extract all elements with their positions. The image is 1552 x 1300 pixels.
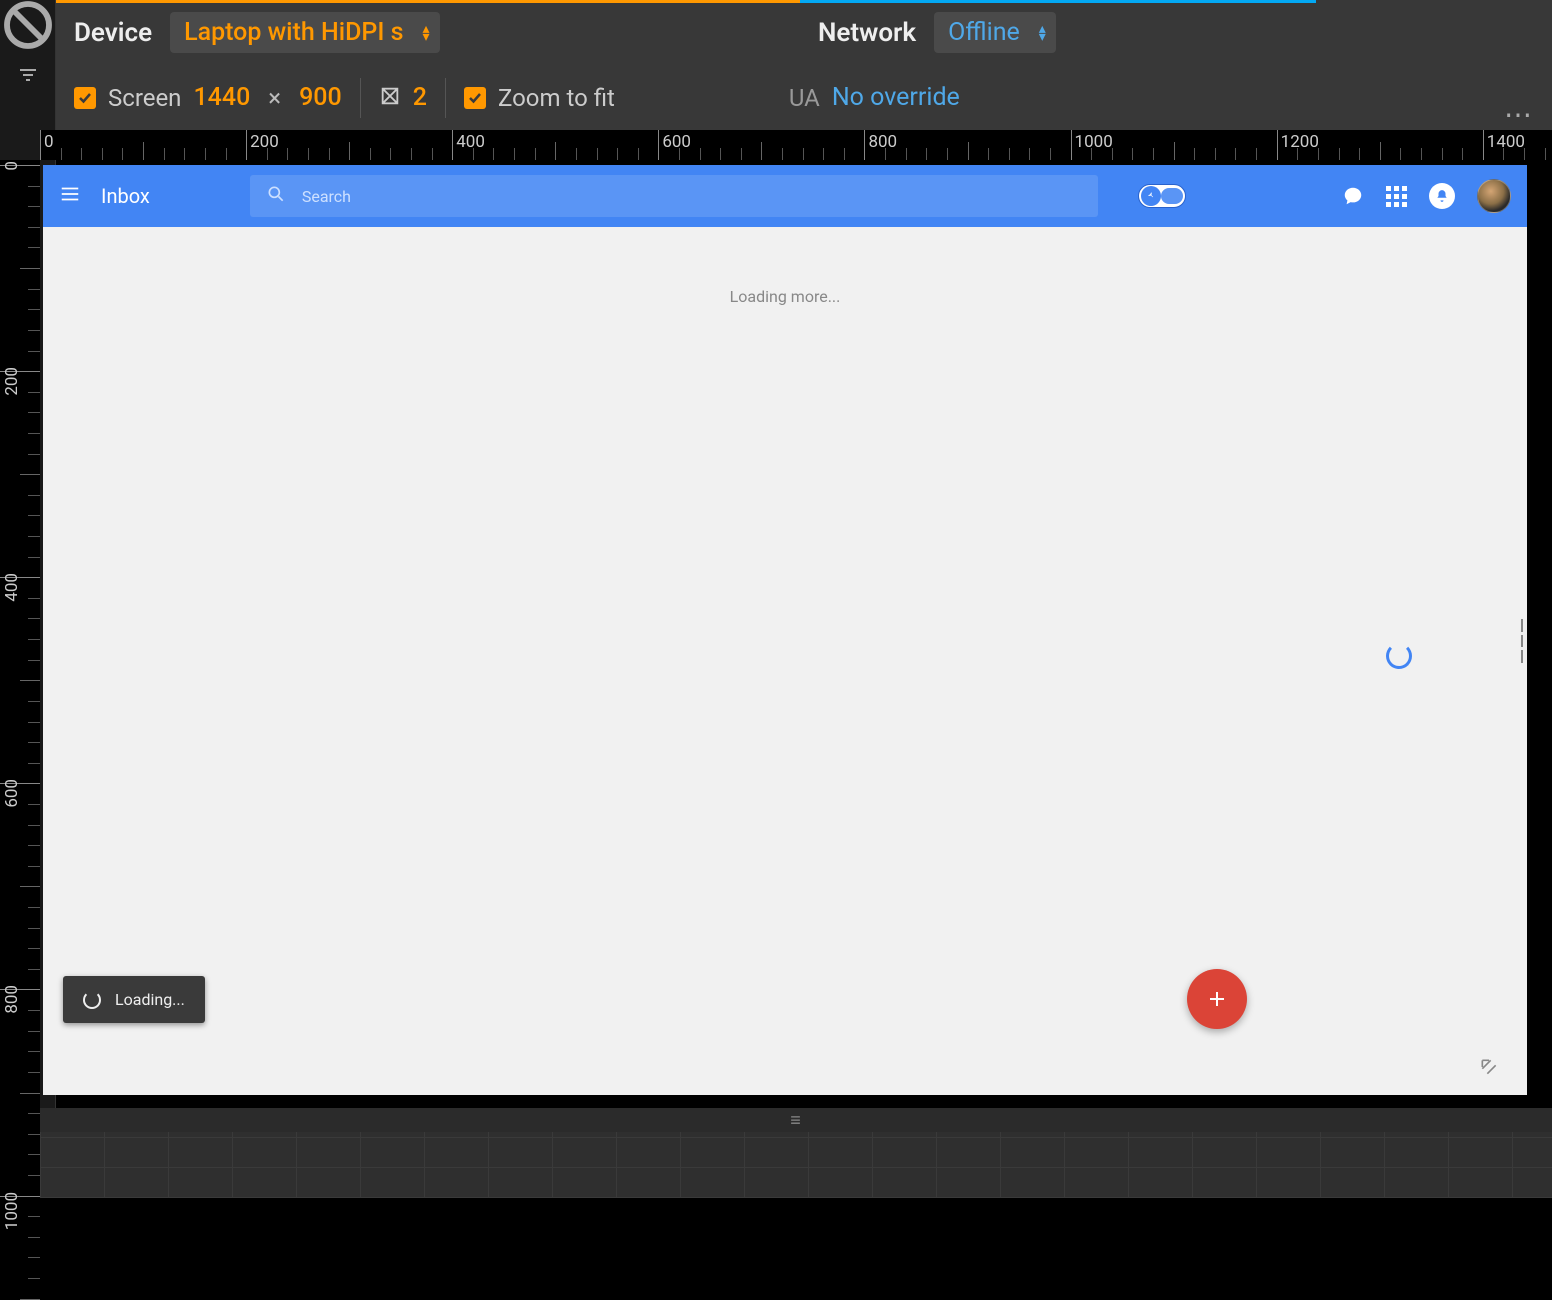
network-preset-value: Offline <box>948 18 1020 47</box>
more-menu-icon[interactable]: ⋯ <box>1504 98 1534 131</box>
no-entry-icon[interactable] <box>0 0 56 50</box>
drawer-drag-handle-icon[interactable]: ≡ <box>40 1108 1552 1133</box>
divider <box>445 78 446 118</box>
zoom-checkbox[interactable] <box>464 87 486 109</box>
inbox-header: Inbox <box>43 165 1527 227</box>
search-bar[interactable] <box>250 175 1098 217</box>
ruler-vertical: 02004006008001000 <box>0 160 40 1198</box>
apps-icon[interactable] <box>1386 186 1407 207</box>
resize-handle-icon[interactable] <box>1479 1057 1499 1081</box>
console-drawer: ≡ <box>40 1108 1552 1198</box>
ua-value[interactable]: No override <box>832 83 960 112</box>
screen-width[interactable]: 1440 <box>193 83 250 112</box>
ruler-horizontal: 0200400600800100012001400 <box>40 130 1552 160</box>
screen-height[interactable]: 900 <box>299 83 342 112</box>
viewport-drag-handle[interactable] <box>1517 619 1527 663</box>
device-toolbar: Device Laptop with HiDPI s ▴▾ Network Of… <box>56 0 1552 130</box>
pin-icon <box>1141 186 1161 206</box>
loading-toast: Loading... <box>63 976 205 1023</box>
select-arrows-icon: ▴▾ <box>1039 25 1046 41</box>
screen-checkbox[interactable] <box>74 87 96 109</box>
timeline-grid <box>40 1132 1552 1198</box>
network-label: Network <box>818 18 916 48</box>
search-icon <box>266 184 286 208</box>
screen-label: Screen <box>108 84 181 112</box>
inbox-title: Inbox <box>101 184 150 208</box>
loading-more-text: Loading more... <box>43 227 1527 306</box>
device-preset-select[interactable]: Laptop with HiDPI s ▴▾ <box>170 12 439 53</box>
header-icons <box>1342 179 1511 213</box>
ua-label: UA <box>789 84 820 112</box>
dimension-x: × <box>268 84 281 112</box>
spinner-icon <box>83 991 101 1009</box>
device-preset-value: Laptop with HiDPI s <box>184 18 403 47</box>
network-preset-select[interactable]: Offline ▴▾ <box>934 12 1056 53</box>
toggle-track <box>1161 188 1183 204</box>
hamburger-icon[interactable] <box>59 183 81 209</box>
emulated-viewport: Inbox Loading more... <box>43 165 1527 1095</box>
search-input[interactable] <box>302 187 1082 206</box>
filter-icon[interactable] <box>0 50 56 100</box>
avatar[interactable] <box>1477 179 1511 213</box>
chat-icon[interactable] <box>1342 185 1364 207</box>
compose-fab[interactable] <box>1187 969 1247 1029</box>
notifications-icon[interactable] <box>1429 183 1455 209</box>
pin-toggle[interactable] <box>1138 184 1186 208</box>
dpr-value[interactable]: 2 <box>413 83 427 112</box>
select-arrows-icon: ▴▾ <box>422 25 429 41</box>
spinner-icon <box>1386 643 1412 669</box>
zoom-label: Zoom to fit <box>498 84 615 112</box>
device-label: Device <box>74 18 152 48</box>
toast-text: Loading... <box>115 990 185 1009</box>
dpr-icon <box>379 85 401 111</box>
divider <box>360 78 361 118</box>
